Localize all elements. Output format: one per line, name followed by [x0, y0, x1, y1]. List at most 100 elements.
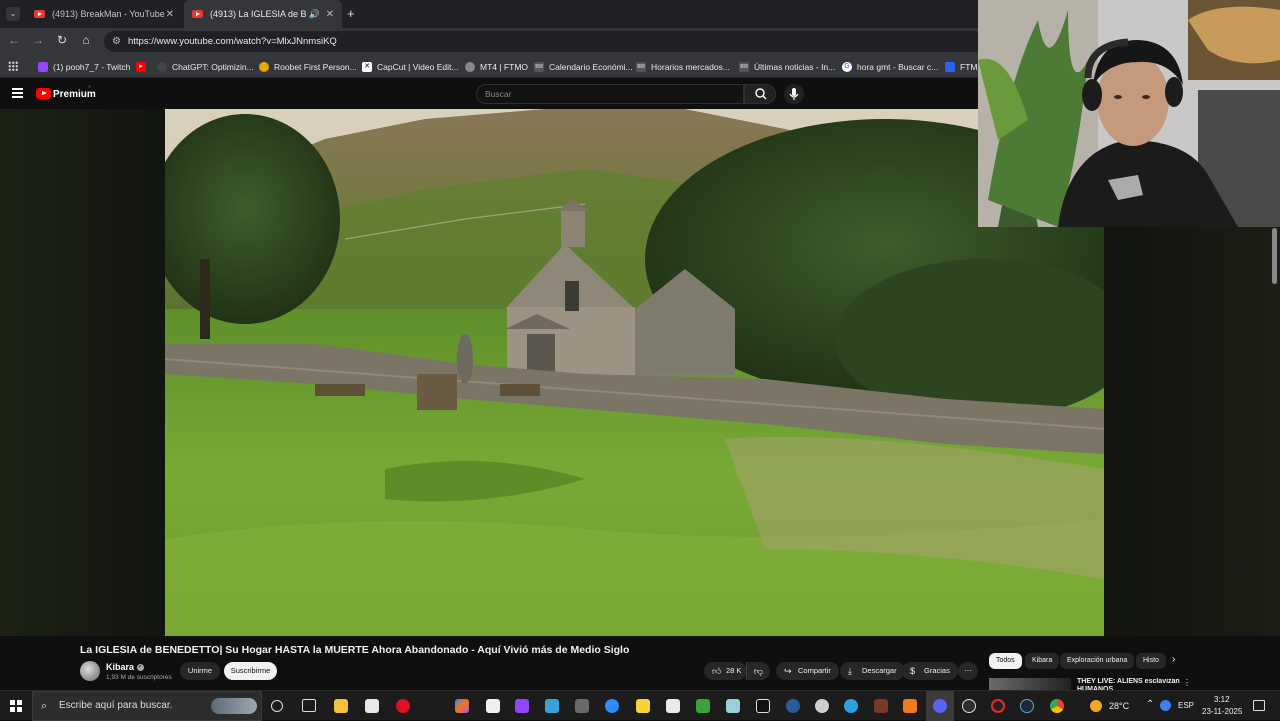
chip-historia[interactable]: Histo — [1136, 653, 1166, 669]
windows-start-icon[interactable] — [10, 700, 22, 712]
thanks-icon: $ — [910, 666, 916, 676]
bookmark-horarios[interactable]: ıııı Horarios mercados... — [636, 55, 730, 78]
video-title: La IGLESIA de BENEDETTO| Su Hogar HASTA … — [80, 644, 630, 656]
bookmark-youtube[interactable]: ▸ — [136, 55, 151, 78]
thanks-button[interactable]: $ Gracias — [902, 662, 958, 680]
bookmark-label: Roobet First Person... — [274, 61, 357, 72]
clock-time[interactable]: 3:12 — [1214, 695, 1230, 704]
copilot-icon[interactable] — [455, 699, 469, 713]
next-video-thumbnail[interactable] — [989, 678, 1071, 690]
bookmark-label: Horarios mercados... — [651, 61, 730, 72]
chrome-icon[interactable] — [1050, 699, 1064, 713]
bookmark-twitch[interactable]: (1) pooh7_7 - Twitch — [38, 55, 130, 78]
join-button[interactable]: Unirme — [180, 662, 220, 680]
weather-sun-icon[interactable] — [1090, 700, 1102, 712]
tab-breakman[interactable]: (4913) BreakMan - YouTube ✕ — [26, 0, 182, 28]
tab-search-chevron-icon[interactable]: ⌄ — [6, 7, 20, 21]
download-button[interactable]: ⤓ Descargar — [840, 662, 905, 680]
capcut-icon[interactable] — [756, 699, 770, 713]
discord-icon — [933, 699, 947, 713]
sticky-notes-icon[interactable] — [636, 699, 650, 713]
video-info-section: La IGLESIA de BENEDETTO| Su Hogar HASTA … — [0, 636, 1280, 690]
document-icon[interactable] — [486, 699, 500, 713]
chip-kibara[interactable]: Kibara — [1025, 653, 1060, 669]
channel-avatar[interactable] — [80, 661, 100, 681]
opera-icon[interactable] — [396, 699, 410, 713]
speaker-icon[interactable]: 🔊 — [309, 9, 320, 20]
streamer-webcam-image — [978, 0, 1280, 227]
minecraft-icon[interactable] — [696, 699, 710, 713]
network-globe-icon[interactable] — [1160, 700, 1171, 711]
google-icon: G — [842, 61, 852, 72]
bookmark-hora-gmt[interactable]: Ghora gmt - Buscar c... — [842, 55, 938, 78]
youtube-logo-icon[interactable] — [36, 88, 51, 99]
bookmark-mt4-ftmo[interactable]: MT4 | FTMO — [465, 55, 528, 78]
weather-temperature[interactable]: 28°C — [1109, 701, 1129, 711]
search-button[interactable] — [744, 84, 776, 104]
notepad-icon[interactable] — [365, 699, 379, 713]
close-tab-icon[interactable]: ✕ — [326, 9, 334, 20]
next-video-menu-icon[interactable]: ⋮ — [1183, 678, 1191, 687]
record-icon[interactable] — [991, 699, 1005, 713]
file-explorer-icon[interactable] — [334, 699, 348, 713]
capcut-icon: ✕ — [362, 61, 372, 72]
new-tab-button[interactable]: + — [347, 6, 355, 21]
channel-name[interactable]: Kibara ✓ — [106, 662, 144, 672]
language-indicator[interactable]: ESP — [1178, 701, 1194, 710]
page-scrollbar[interactable] — [1272, 228, 1277, 284]
bookmark-chatgpt[interactable]: ChatGPT: Optimizin... — [157, 55, 254, 78]
chip-todos[interactable]: Todos — [989, 653, 1022, 669]
share-button[interactable]: ↪ Compartir — [776, 662, 839, 680]
app-icon[interactable] — [726, 699, 740, 713]
obs-icon[interactable] — [962, 699, 976, 713]
apps-grid-icon[interactable] — [8, 61, 18, 71]
bookmark-noticias[interactable]: ıııı Últimas noticias - In... — [739, 55, 835, 78]
voice-search-button[interactable] — [784, 84, 804, 104]
forward-arrow-icon[interactable]: → — [30, 33, 46, 47]
home-icon[interactable]: ⌂ — [78, 33, 94, 47]
steam-icon[interactable] — [1020, 699, 1034, 713]
windows-taskbar: ⌕ Escribe aquí para buscar. 28°C ⌃ ESP 3… — [0, 690, 1280, 721]
notifications-icon[interactable] — [1253, 700, 1265, 711]
reload-icon[interactable]: ↻ — [54, 33, 70, 47]
pictures-app-icon[interactable] — [874, 699, 888, 713]
avast-icon[interactable] — [903, 699, 917, 713]
youtube-premium-label[interactable]: Premium — [53, 89, 96, 100]
more-actions-button[interactable]: ··· — [958, 662, 978, 680]
bookmark-calendario[interactable]: ıııı Calendario Económi... — [534, 55, 633, 78]
like-button[interactable]: 👍︎ 28 K — [704, 662, 748, 680]
zoom-icon[interactable] — [605, 699, 619, 713]
tab-iglesia-benedetto[interactable]: (4913) La IGLESIA de BENEDE 🔊 ✕ — [184, 0, 342, 28]
settings-gear-icon[interactable] — [815, 699, 829, 713]
tray-chevron-up-icon[interactable]: ⌃ — [1146, 699, 1154, 710]
bookmark-roobet[interactable]: Roobet First Person... — [259, 55, 357, 78]
cortana-circle-icon[interactable] — [271, 700, 283, 712]
chip-exploracion-urbana[interactable]: Exploración urbana — [1060, 653, 1135, 669]
address-bar[interactable]: ⚙ https://www.youtube.com/watch?v=MlxJNn… — [104, 31, 984, 52]
task-view-icon[interactable] — [302, 699, 316, 712]
chips-next-arrow-icon[interactable]: › — [1172, 654, 1175, 665]
tab-title: (4913) BreakMan - YouTube — [52, 9, 165, 19]
investing-icon: ıııı — [636, 61, 646, 72]
next-video-title[interactable]: THEY LIVE: ALIENS esclavizan HUMANOS — [1077, 678, 1181, 690]
twitch-icon[interactable] — [515, 699, 529, 713]
search-input[interactable]: Buscar — [476, 84, 744, 104]
close-tab-icon[interactable]: ✕ — [166, 9, 174, 20]
site-info-icon[interactable]: ⚙ — [112, 31, 121, 52]
thumbs-down-icon: 👎︎ — [753, 666, 764, 676]
subscribe-button[interactable]: Suscribirme — [224, 662, 277, 680]
video-frame[interactable] — [165, 109, 1104, 636]
bookmark-capcut[interactable]: ✕ CapCut | Video Edit... — [362, 55, 458, 78]
hamburger-menu-icon[interactable] — [12, 88, 23, 98]
channel-watermark-icon[interactable]: K — [1238, 557, 1254, 581]
clock-date[interactable]: 23-11-2025 — [1202, 707, 1242, 716]
telegram-icon[interactable] — [844, 699, 858, 713]
taskbar-search-box[interactable]: ⌕ Escribe aquí para buscar. — [32, 691, 262, 721]
video-scene-church — [165, 109, 1104, 636]
network-app-icon[interactable] — [545, 699, 559, 713]
back-arrow-icon[interactable]: ← — [6, 33, 22, 47]
grid-app-icon[interactable] — [575, 699, 589, 713]
file-icon[interactable] — [666, 699, 680, 713]
dislike-button[interactable]: 👎︎ — [746, 662, 770, 680]
vpn-icon[interactable] — [786, 699, 800, 713]
